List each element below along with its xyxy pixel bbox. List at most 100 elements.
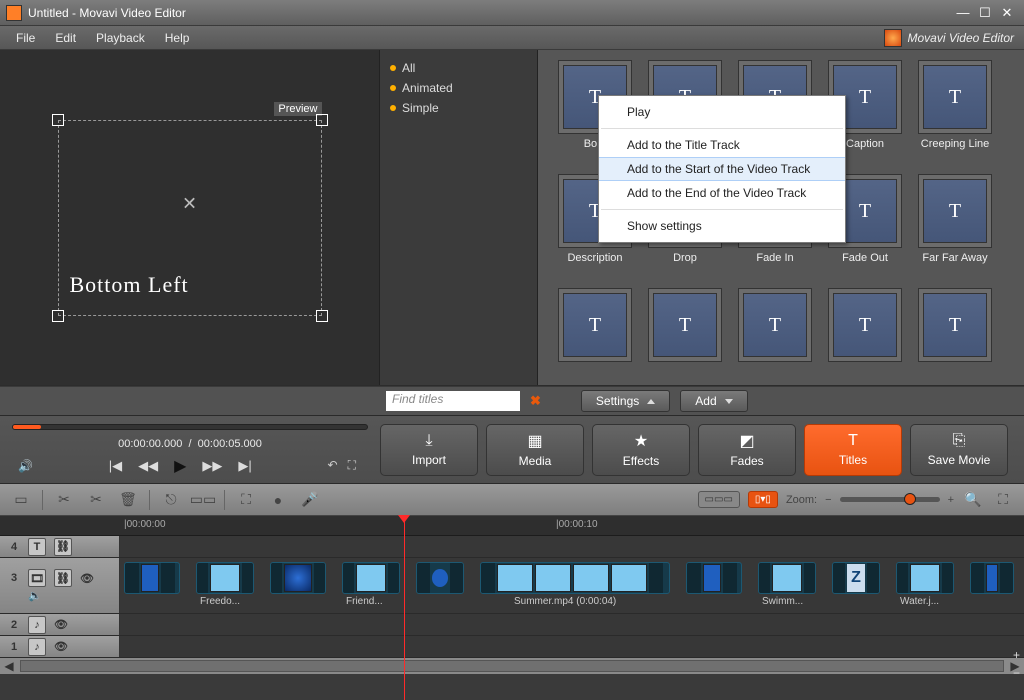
brand-text: Movavi Video Editor [908, 31, 1015, 45]
tool-cut2-icon[interactable]: ✂ [85, 490, 107, 510]
preview-title-text[interactable]: Bottom Left [70, 272, 189, 298]
link-icon[interactable]: ⛓ [54, 538, 72, 556]
timecode: 00:00:00.000 / 00:00:05.000 [12, 438, 368, 450]
cm-add-end-video[interactable]: Add to the End of the Video Track [599, 181, 845, 205]
fullscreen-icon[interactable]: ⛶ [992, 490, 1014, 510]
prev-button[interactable]: |◀ [109, 458, 122, 474]
tool-split-icon[interactable]: ⎋ [160, 490, 182, 510]
menu-file[interactable]: File [6, 29, 45, 47]
title-item-r3-3[interactable]: T [732, 288, 818, 398]
search-input[interactable]: Find titles [386, 391, 520, 411]
eye-icon-2[interactable]: 👁 [54, 618, 68, 631]
minimize-button[interactable]: — [952, 5, 974, 21]
zoom-minus[interactable]: − [825, 494, 831, 506]
track-add-remove: + − [1013, 648, 1020, 680]
menu-playback[interactable]: Playback [86, 29, 155, 47]
maximize-button[interactable]: ☐ [974, 5, 996, 21]
title-item-r3-4[interactable]: T [822, 288, 908, 398]
view-timeline-button[interactable]: ▯▾▯ [748, 491, 778, 508]
link-icon-2[interactable]: ⛓ [54, 569, 72, 587]
clip-label-freedo: Freedo... [200, 596, 240, 607]
cm-play[interactable]: Play [599, 100, 845, 124]
cm-add-title-track[interactable]: Add to the Title Track [599, 133, 845, 157]
category-simple[interactable]: Simple [390, 98, 527, 118]
audio-track-icon: ♪ [28, 616, 46, 634]
volume-icon[interactable]: 🔊 [18, 459, 33, 473]
cm-show-settings[interactable]: Show settings [599, 214, 845, 238]
tool-cut-icon[interactable]: ✂ [53, 490, 75, 510]
crop-button[interactable]: ⛶ [348, 458, 356, 473]
save-icon: ⎘ [953, 432, 966, 450]
tab-media[interactable]: ▦Media [486, 424, 584, 476]
tab-fades[interactable]: ◩Fades [698, 424, 796, 476]
track-4-body[interactable] [120, 536, 1024, 557]
tool-group-icon[interactable]: ▭▭ [192, 490, 214, 510]
playhead[interactable] [404, 516, 405, 700]
zoom-knob[interactable] [904, 493, 916, 505]
time-ruler[interactable]: |00:00:00 |00:00:10 [0, 516, 1024, 536]
time-current: 00:00:00.000 [118, 438, 182, 450]
close-button[interactable]: ✕ [996, 5, 1018, 21]
add-track-button[interactable]: + [1013, 648, 1020, 662]
handle-bl[interactable] [52, 310, 64, 322]
effects-icon: ★ [634, 431, 648, 451]
chevron-down-icon [725, 399, 733, 404]
speaker-icon[interactable]: 🔈 [28, 589, 42, 602]
clip-label-water: Water.j... [900, 596, 939, 607]
app-icon [6, 5, 22, 21]
handle-tl[interactable] [52, 114, 64, 126]
track-1-body[interactable] [120, 636, 1024, 657]
handle-tr[interactable] [316, 114, 328, 126]
rewind-button[interactable]: ◀◀ [138, 458, 158, 474]
timeline-hscroll[interactable]: ◀ ▶ [0, 658, 1024, 674]
top-area: Preview ✕ Bottom Left All Animated Simpl… [0, 50, 1024, 386]
track-3-body[interactable]: Freedo... Friend... Summer.mp4 (0:00:04)… [120, 558, 1024, 613]
title-item-r3-2[interactable]: T [642, 288, 728, 398]
eye-icon-3[interactable]: 👁 [54, 640, 68, 653]
view-storyboard-button[interactable]: ▭▭▭ [698, 491, 740, 508]
tool-mic-icon[interactable]: 🎤 [299, 490, 321, 510]
title-item-creeping-line[interactable]: TCreeping Line [912, 60, 998, 170]
fades-icon: ◩ [739, 431, 754, 451]
scroll-left-icon[interactable]: ◀ [0, 659, 18, 673]
tool-delete-icon[interactable]: 🗑 [117, 490, 139, 510]
zoom-plus[interactable]: + [948, 494, 954, 506]
timeline-toolbar: ▭ ✂ ✂ 🗑 ⎋ ▭▭ ⛶ ● 🎤 ▭▭▭ ▯▾▯ Zoom: − + 🔍 ⛶ [0, 484, 1024, 516]
next-button[interactable]: ▶| [238, 458, 251, 474]
scroll-thumb[interactable] [20, 660, 1004, 672]
preview-box[interactable]: Preview ✕ Bottom Left [40, 102, 340, 334]
zoom-fit-icon[interactable]: 🔍 [962, 490, 984, 510]
forward-button[interactable]: ▶▶ [202, 458, 222, 474]
tool-rec-icon[interactable]: ● [267, 490, 289, 510]
category-all[interactable]: All [390, 58, 527, 78]
cm-separator [601, 128, 843, 129]
seek-bar[interactable] [12, 424, 368, 430]
tab-effects[interactable]: ★Effects [592, 424, 690, 476]
tool-crop2-icon[interactable]: ⛶ [235, 490, 257, 510]
eye-icon[interactable]: 👁 [80, 572, 94, 585]
tab-import[interactable]: ⤓Import [380, 424, 478, 476]
track-2-body[interactable] [120, 614, 1024, 635]
menu-help[interactable]: Help [155, 29, 200, 47]
title-item-r3-1[interactable]: T [552, 288, 638, 398]
video-track-icon: 🎞 [28, 569, 46, 587]
brand-icon [884, 29, 902, 47]
play-button[interactable]: ▶ [174, 456, 186, 476]
remove-track-button[interactable]: − [1013, 666, 1020, 680]
title-item-r3-5[interactable]: T [912, 288, 998, 398]
tab-save-movie[interactable]: ⎘Save Movie [910, 424, 1008, 476]
tool-select-icon[interactable]: ▭ [10, 490, 32, 510]
track-3-video: 3🎞⛓👁 🔈 Freedo... Friend... Summer.mp4 (0… [0, 558, 1024, 614]
category-animated[interactable]: Animated [390, 78, 527, 98]
preview-pane: Preview ✕ Bottom Left [0, 50, 380, 385]
menu-edit[interactable]: Edit [45, 29, 86, 47]
window-title: Untitled - Movavi Video Editor [28, 6, 186, 20]
handle-br[interactable] [316, 310, 328, 322]
zoom-slider[interactable] [840, 497, 940, 502]
cm-add-start-video[interactable]: Add to the Start of the Video Track [599, 157, 845, 181]
cm-separator-2 [601, 209, 843, 210]
title-item-far-far-away[interactable]: TFar Far Away [912, 174, 998, 284]
undo-button[interactable]: ↶ [328, 458, 338, 473]
tab-titles[interactable]: TTitles [804, 424, 902, 476]
clear-search-icon[interactable]: ✖ [530, 393, 541, 409]
